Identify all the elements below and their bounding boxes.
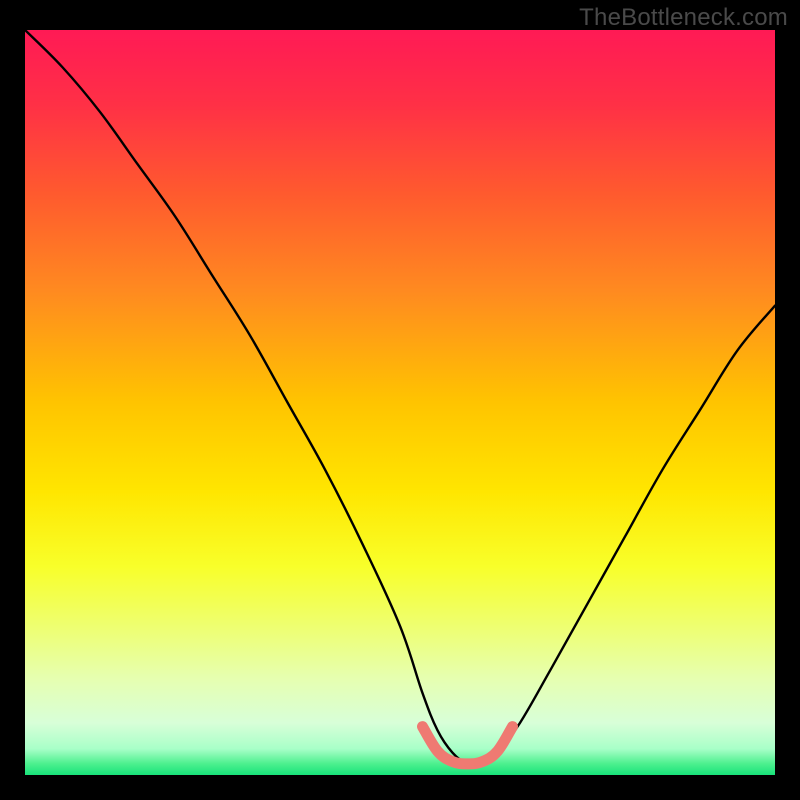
watermark-text: TheBottleneck.com <box>579 4 788 32</box>
gradient-background <box>25 30 775 775</box>
chart-plot-area <box>25 30 775 775</box>
chart-svg <box>25 30 775 775</box>
chart-frame: TheBottleneck.com <box>0 0 800 800</box>
